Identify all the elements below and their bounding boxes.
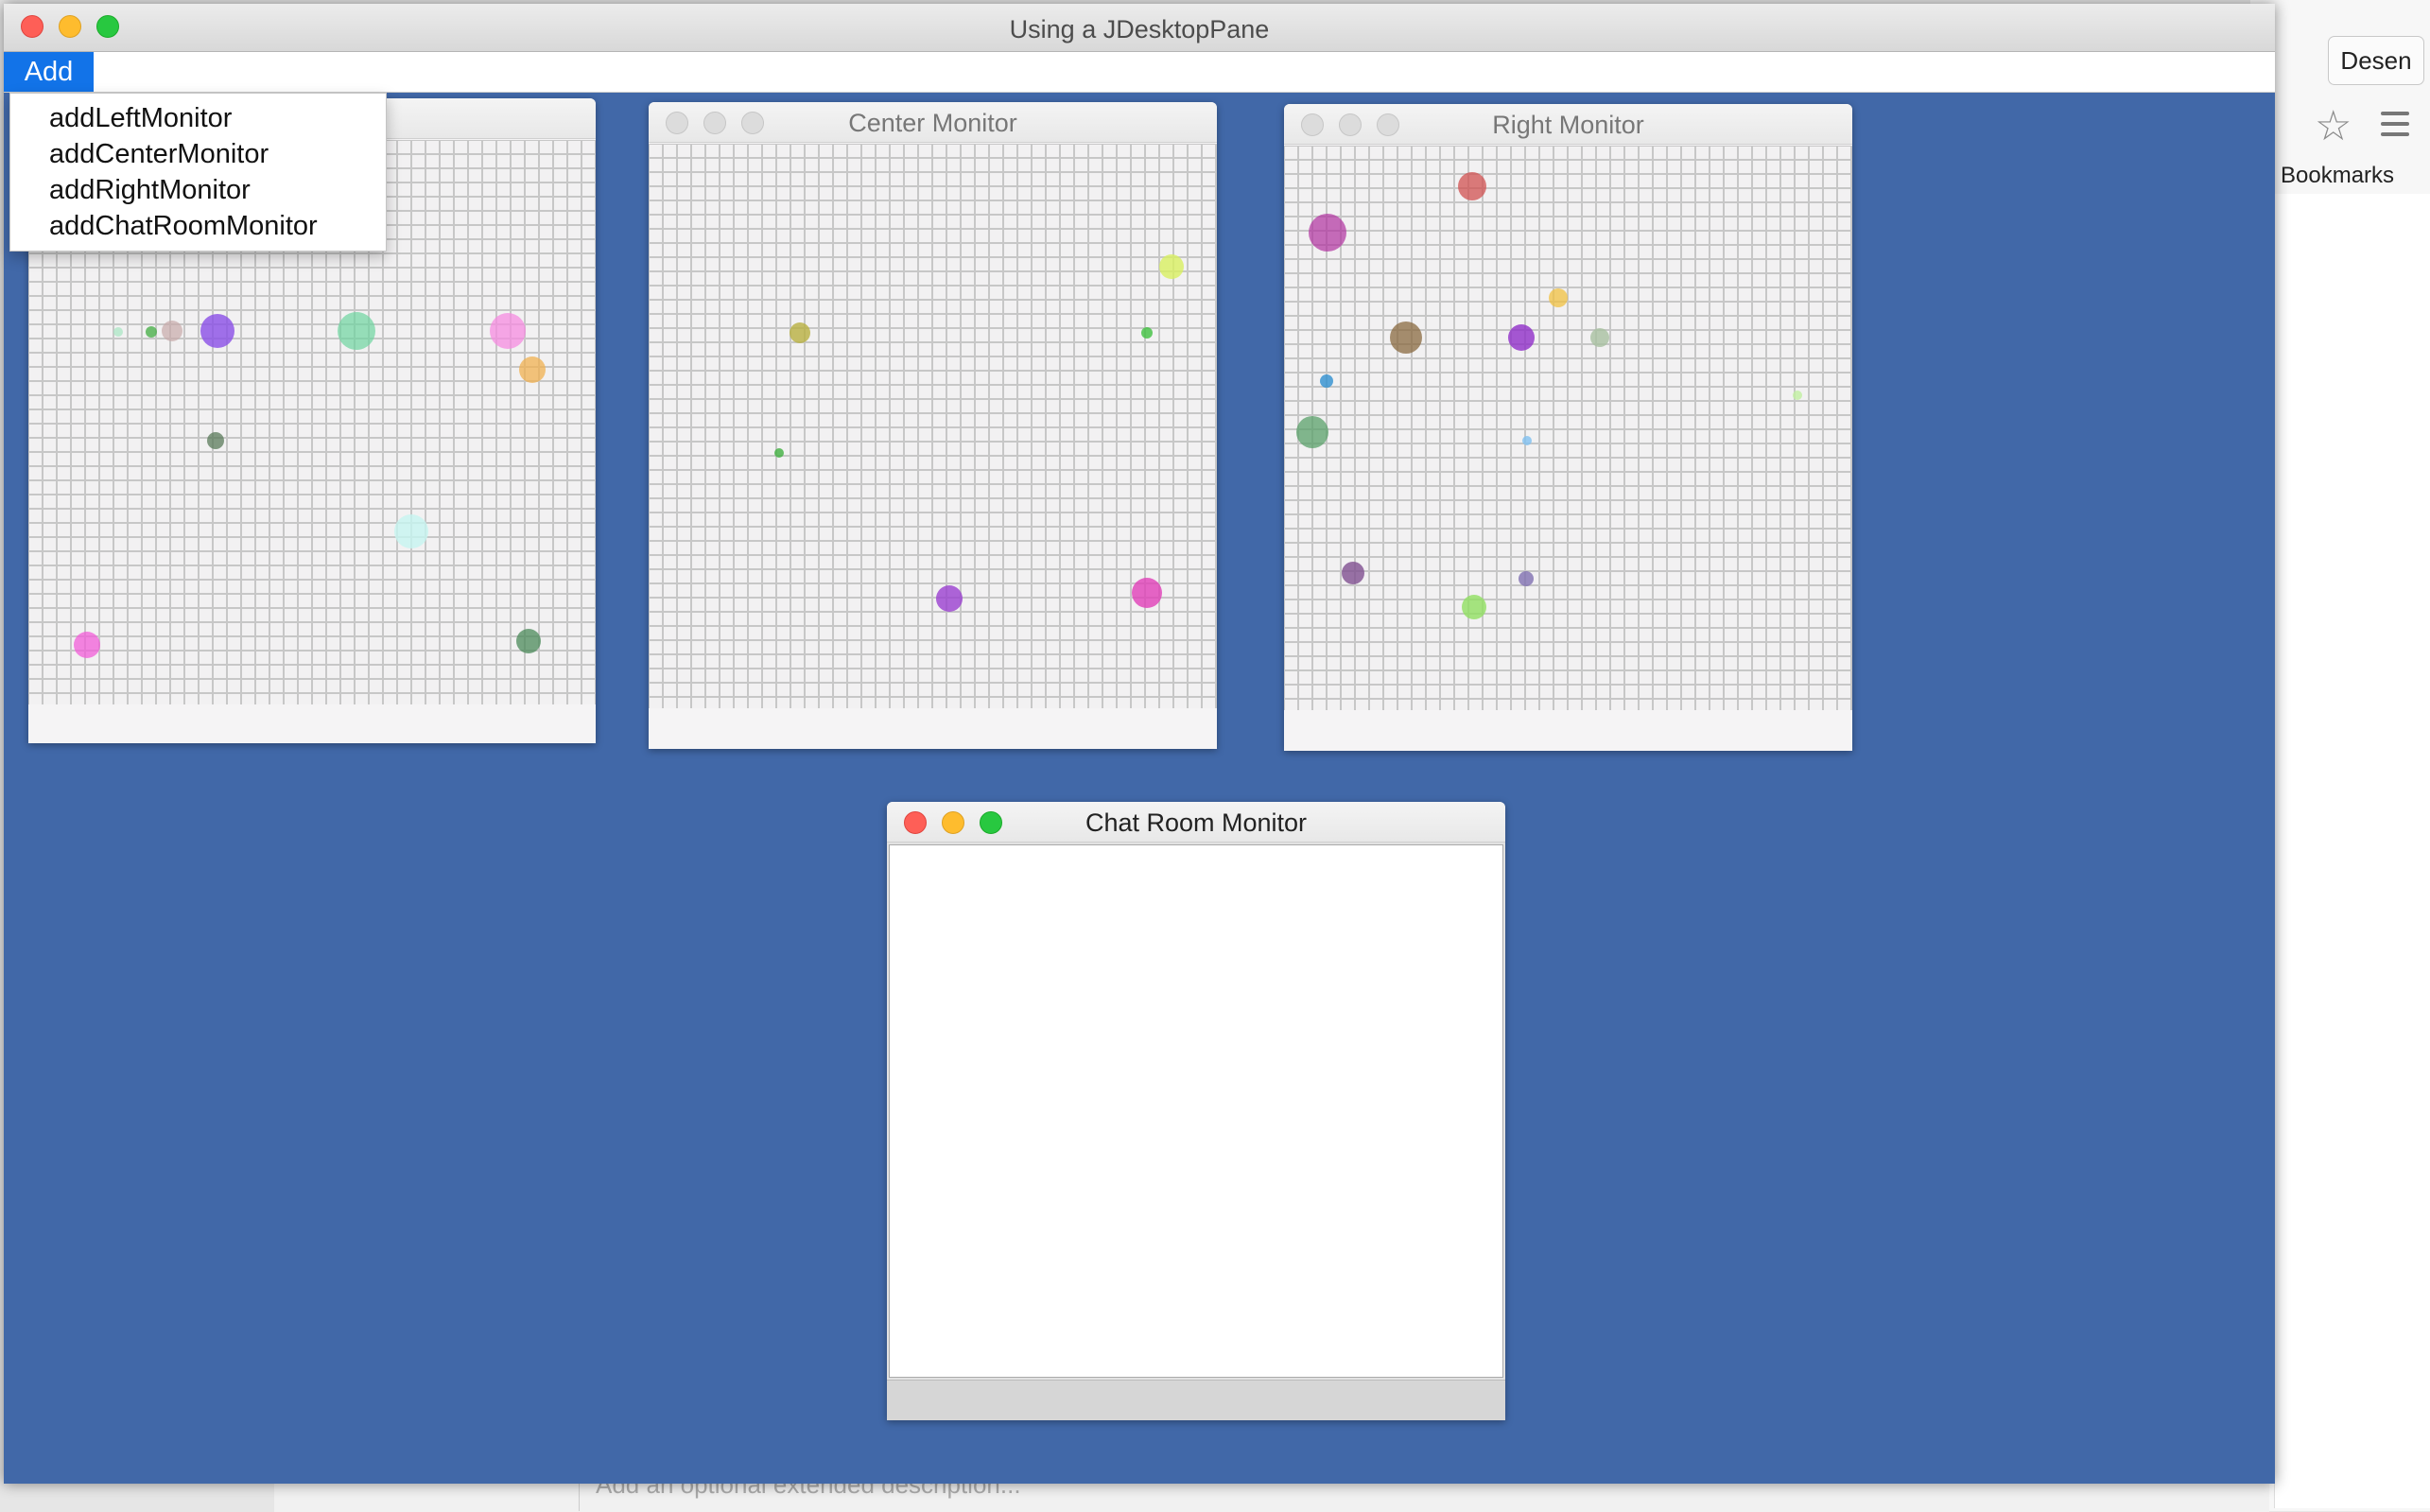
bubble bbox=[162, 321, 182, 341]
add-menu[interactable]: Add bbox=[4, 52, 94, 92]
bubble bbox=[1549, 288, 1568, 307]
bubble bbox=[1309, 214, 1346, 252]
center-monitor-title: Center Monitor bbox=[848, 109, 1017, 137]
menu-item-add-right-monitor[interactable]: addRightMonitor bbox=[49, 175, 251, 206]
bubble bbox=[394, 514, 428, 548]
center-monitor-canvas bbox=[649, 144, 1217, 708]
bubble bbox=[1296, 416, 1328, 448]
chat-input-bar[interactable] bbox=[887, 1380, 1505, 1420]
bubble bbox=[790, 322, 810, 343]
bubble bbox=[74, 632, 100, 658]
right-monitor-canvas bbox=[1284, 146, 1852, 710]
hamburger-menu-icon[interactable] bbox=[2381, 112, 2409, 143]
bubble bbox=[1793, 391, 1802, 400]
chat-text-area[interactable] bbox=[889, 844, 1503, 1378]
right-monitor-titlebar[interactable]: Right Monitor bbox=[1284, 104, 1852, 145]
bubble bbox=[774, 448, 784, 458]
browser-content bbox=[2274, 194, 2430, 1508]
chat-room-titlebar[interactable]: Chat Room Monitor bbox=[887, 802, 1505, 843]
bubble bbox=[200, 314, 234, 348]
bubble bbox=[1132, 578, 1162, 608]
app-window: Using a JDesktopPane Add Center Monitor … bbox=[4, 4, 2275, 1484]
bubble bbox=[113, 327, 123, 337]
bubble bbox=[338, 312, 375, 350]
bubble bbox=[1522, 436, 1532, 445]
bubble bbox=[1320, 374, 1333, 388]
add-menu-dropdown: addLeftMonitor addCenterMonitor addRight… bbox=[9, 93, 387, 252]
bubble bbox=[1458, 172, 1486, 200]
star-icon[interactable]: ☆ bbox=[2315, 102, 2352, 150]
app-titlebar: Using a JDesktopPane bbox=[4, 4, 2275, 52]
browser-button[interactable]: Desen bbox=[2328, 36, 2424, 85]
bubble bbox=[1159, 254, 1184, 279]
bubble bbox=[516, 629, 541, 653]
right-monitor-frame[interactable]: Right Monitor bbox=[1284, 104, 1852, 751]
menu-item-add-chat-room-monitor[interactable]: addChatRoomMonitor bbox=[49, 211, 318, 242]
menu-bar: Add bbox=[4, 52, 2275, 93]
bubble bbox=[1508, 324, 1535, 351]
bubble bbox=[936, 585, 963, 612]
chat-room-monitor-frame[interactable]: Chat Room Monitor bbox=[887, 802, 1505, 1420]
bubble bbox=[1390, 322, 1422, 354]
bubble bbox=[1519, 571, 1534, 586]
bubble bbox=[490, 313, 526, 349]
bubble bbox=[1342, 562, 1364, 584]
bubble bbox=[1141, 327, 1153, 339]
bookmarks-label[interactable]: er Bookmarks bbox=[2254, 163, 2394, 189]
menu-item-add-center-monitor[interactable]: addCenterMonitor bbox=[49, 139, 269, 170]
bubble bbox=[207, 432, 224, 449]
center-monitor-titlebar[interactable]: Center Monitor bbox=[649, 102, 1217, 143]
app-title: Using a JDesktopPane bbox=[1009, 15, 1270, 43]
menu-item-add-left-monitor[interactable]: addLeftMonitor bbox=[49, 103, 232, 134]
right-monitor-title: Right Monitor bbox=[1492, 111, 1644, 139]
bubble bbox=[146, 326, 157, 338]
chat-room-title: Chat Room Monitor bbox=[1085, 808, 1308, 837]
bubble bbox=[1462, 595, 1486, 619]
bubble bbox=[1590, 328, 1609, 347]
center-monitor-frame[interactable]: Center Monitor bbox=[649, 102, 1217, 749]
bubble bbox=[519, 356, 546, 383]
